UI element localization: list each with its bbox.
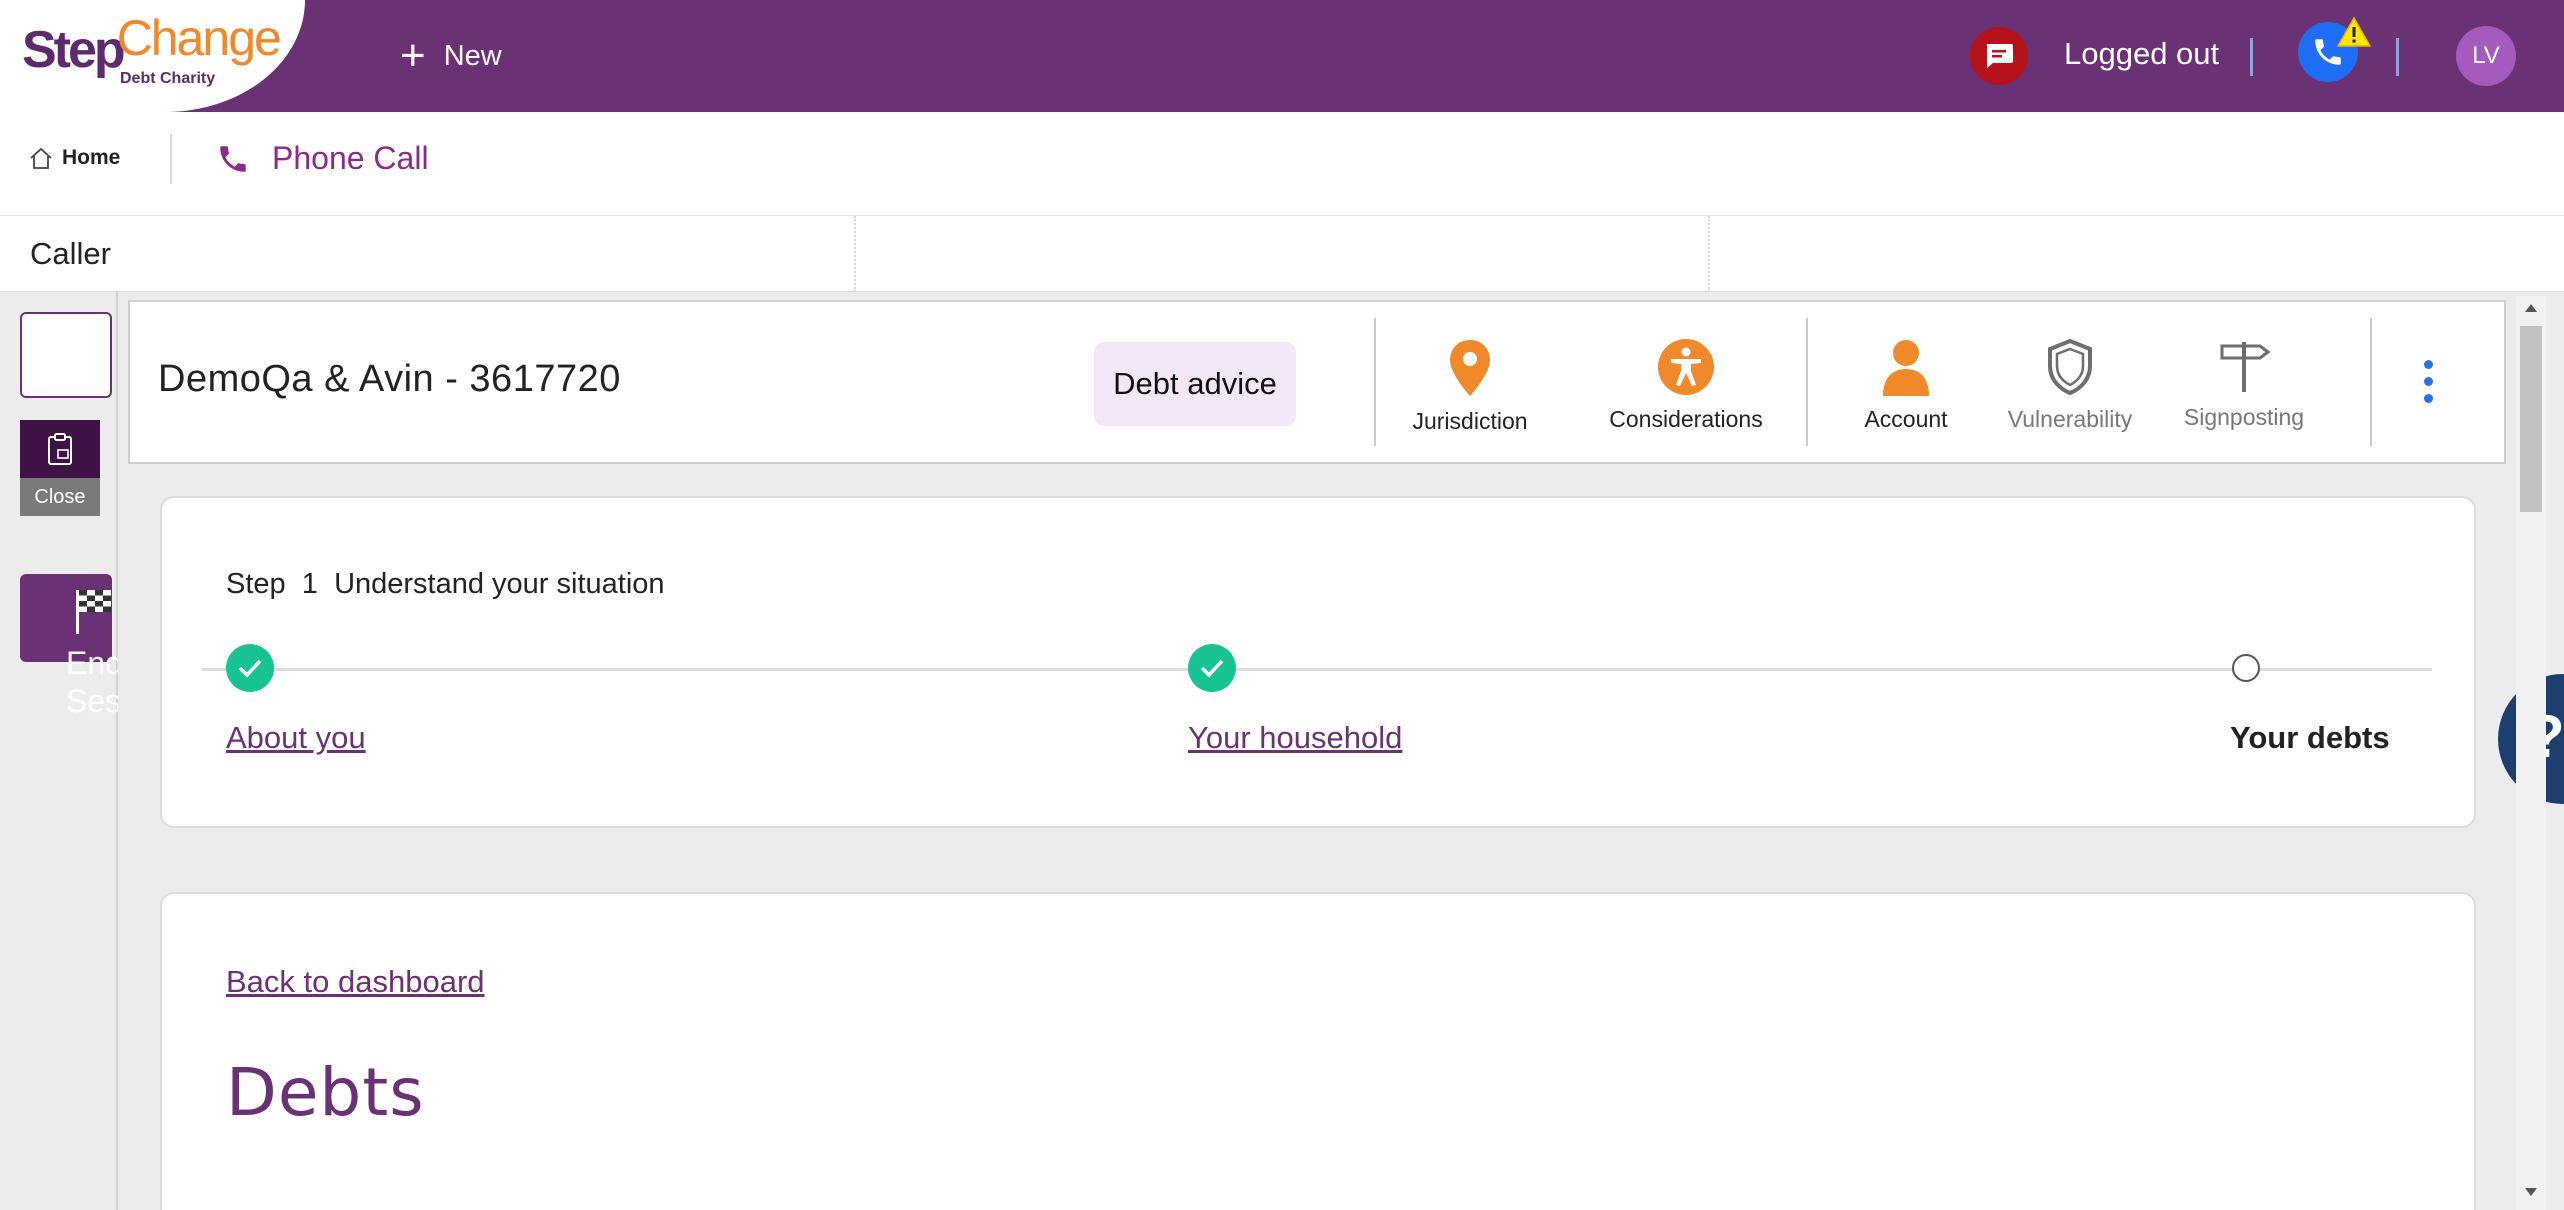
avatar[interactable]: LV bbox=[2456, 26, 2516, 86]
caller-row: Caller bbox=[0, 216, 2564, 292]
debt-advice-badge[interactable]: Debt advice bbox=[1094, 342, 1296, 426]
person-icon bbox=[1883, 340, 1929, 396]
case-header: DemoQa & Avin - 3617720 Debt advice Juri… bbox=[128, 300, 2506, 464]
checkered-flag-icon bbox=[76, 590, 111, 634]
signposting-label: Signposting bbox=[2183, 404, 2305, 430]
step-current-your-debts: Your debts bbox=[2230, 720, 2390, 755]
end-session-label: End Session bbox=[66, 645, 118, 719]
top-bar: StepChange Debt Charity + New Logged out… bbox=[0, 0, 2564, 112]
tab-home-label: Home bbox=[62, 146, 121, 169]
jurisdiction-button[interactable]: Jurisdiction bbox=[1412, 338, 1528, 435]
tab-phone-call[interactable]: Phone Call bbox=[216, 140, 429, 177]
scrollbar[interactable] bbox=[2516, 296, 2546, 1210]
tab-home[interactable]: Home bbox=[28, 146, 120, 170]
status-separator bbox=[2250, 38, 2253, 76]
tab-divider bbox=[170, 134, 172, 184]
shield-icon bbox=[2048, 338, 2092, 396]
map-pin-icon bbox=[1450, 340, 1490, 396]
account-label: Account bbox=[1864, 406, 1948, 432]
step-number: 1 bbox=[301, 568, 318, 600]
step-link-your-household[interactable]: Your household bbox=[1188, 720, 1402, 756]
step-complete-check-icon bbox=[1188, 644, 1236, 692]
account-button[interactable]: Account bbox=[1846, 338, 1966, 433]
debts-card: Back to dashboard Debts bbox=[160, 892, 2476, 1210]
caller-column-divider bbox=[1708, 216, 1710, 292]
step-title: Step 1 Understand your situation bbox=[226, 568, 665, 601]
page-title: Debts bbox=[226, 1054, 425, 1131]
left-rail: Close End Session bbox=[0, 292, 118, 1210]
logo-area: StepChange Debt Charity bbox=[0, 0, 305, 112]
vulnerability-label: Vulnerability bbox=[2007, 406, 2133, 432]
case-title: DemoQa & Avin - 3617720 bbox=[158, 358, 621, 400]
back-to-dashboard-link[interactable]: Back to dashboard bbox=[226, 964, 485, 1000]
jurisdiction-label: Jurisdiction bbox=[1412, 408, 1528, 434]
plus-icon: + bbox=[400, 31, 426, 80]
considerations-button[interactable]: Considerations bbox=[1580, 338, 1792, 433]
step-word: Step bbox=[226, 568, 286, 600]
logo-step-text: Step bbox=[22, 21, 126, 79]
logo-subtitle: Debt Charity bbox=[120, 70, 216, 87]
new-button-label: New bbox=[443, 39, 502, 72]
tab-phone-call-label: Phone Call bbox=[272, 140, 429, 176]
home-icon bbox=[30, 147, 52, 169]
clipboard-icon[interactable] bbox=[20, 420, 100, 478]
close-button[interactable]: Close bbox=[20, 478, 100, 516]
caller-column-divider bbox=[854, 216, 856, 292]
step-complete-check-icon bbox=[226, 644, 274, 692]
chat-icon[interactable] bbox=[1970, 27, 2028, 85]
scroll-up-arrow-icon[interactable] bbox=[2525, 304, 2537, 312]
phone-call-icon bbox=[220, 145, 246, 172]
step-current-marker bbox=[2232, 654, 2260, 682]
header-divider bbox=[1374, 318, 1376, 446]
caller-label: Caller bbox=[30, 236, 111, 271]
more-options-icon[interactable] bbox=[2418, 360, 2438, 412]
warning-icon bbox=[2336, 16, 2372, 53]
header-divider bbox=[1806, 318, 1808, 446]
step-link-about-you[interactable]: About you bbox=[226, 720, 366, 756]
stepchange-logo[interactable]: StepChange Debt Charity bbox=[22, 10, 286, 87]
considerations-label: Considerations bbox=[1609, 406, 1763, 432]
agent-status[interactable]: Logged out bbox=[2064, 36, 2219, 72]
rail-slot-button[interactable] bbox=[20, 312, 112, 398]
step-name: Understand your situation bbox=[334, 568, 665, 600]
header-divider bbox=[2370, 318, 2372, 446]
phone-separator bbox=[2396, 38, 2399, 76]
tab-bar: Home Phone Call bbox=[0, 112, 2564, 216]
progress-track bbox=[202, 668, 2432, 671]
scrollbar-thumb[interactable] bbox=[2520, 326, 2542, 512]
new-button[interactable]: + New bbox=[400, 30, 502, 82]
vulnerability-button[interactable]: Vulnerability bbox=[1990, 338, 2150, 433]
accessibility-icon bbox=[1658, 339, 1714, 395]
scroll-down-arrow-icon[interactable] bbox=[2525, 1188, 2537, 1196]
signposting-button[interactable]: Signposting bbox=[2164, 338, 2324, 431]
logo-change-text: Change bbox=[116, 10, 282, 66]
progress-card: Step 1 Understand your situation About y… bbox=[160, 496, 2476, 828]
signpost-icon bbox=[2220, 342, 2271, 392]
